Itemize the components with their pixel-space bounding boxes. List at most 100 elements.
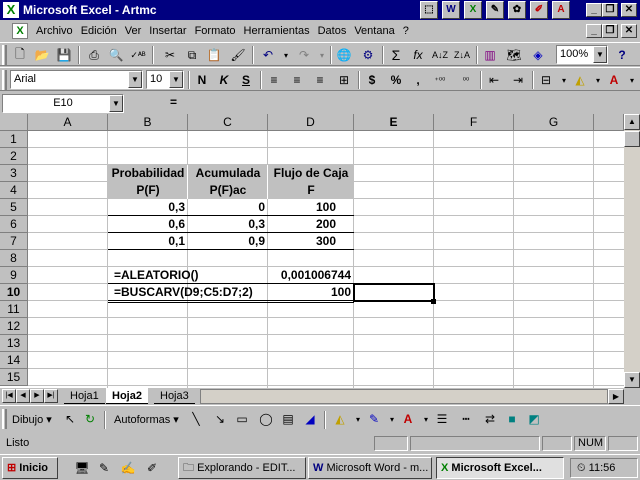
- align-right-icon[interactable]: ≡: [310, 70, 330, 90]
- row-header[interactable]: 5: [0, 199, 28, 216]
- font-color-icon[interactable]: A: [604, 70, 624, 90]
- tab-hoja2[interactable]: Hoja2: [106, 388, 148, 404]
- quicklaunch-icon[interactable]: ✐: [142, 458, 162, 478]
- table-cell[interactable]: 100: [268, 199, 354, 216]
- fill-handle[interactable]: [431, 299, 436, 304]
- table-cell[interactable]: 0,3: [188, 216, 268, 233]
- start-button[interactable]: ⊞ Inicio: [2, 457, 58, 479]
- new-document-icon[interactable]: 🗋: [10, 45, 30, 65]
- row-header[interactable]: 11: [0, 301, 28, 318]
- table-cell[interactable]: 0,3: [108, 199, 188, 216]
- formula-aleatorio-cell[interactable]: =ALEATORIO(): [108, 267, 268, 284]
- line-color-icon[interactable]: ✎: [364, 409, 384, 429]
- minimize-button[interactable]: _: [586, 3, 602, 17]
- random-value-cell[interactable]: 0,001006744: [268, 267, 354, 284]
- scroll-right-icon[interactable]: ▶: [608, 389, 624, 404]
- borders-icon[interactable]: ⊟: [536, 70, 556, 90]
- menu-ayuda[interactable]: ?: [399, 25, 413, 37]
- column-header-h[interactable]: [594, 114, 624, 131]
- function-icon[interactable]: fx: [408, 45, 428, 65]
- print-icon[interactable]: ⎙: [84, 45, 104, 65]
- row-header[interactable]: 6: [0, 216, 28, 233]
- toolbar-grip[interactable]: [2, 45, 7, 65]
- row-header[interactable]: 7: [0, 233, 28, 250]
- toolbar-grip[interactable]: [2, 409, 7, 429]
- open-folder-icon[interactable]: 📂: [32, 45, 52, 65]
- arrow-style-icon[interactable]: ⇄: [480, 409, 500, 429]
- column-header-e[interactable]: E: [354, 114, 434, 131]
- chart-wizard-icon[interactable]: ▥: [480, 45, 500, 65]
- paint-shortcut-icon[interactable]: ✿: [508, 1, 526, 19]
- header-pf[interactable]: P(F): [108, 182, 188, 199]
- workbook-icon[interactable]: X: [12, 23, 28, 39]
- drawing-icon[interactable]: ◈: [528, 45, 548, 65]
- sort-ascending-icon[interactable]: A↓Z: [430, 45, 450, 65]
- menu-archivo[interactable]: Archivo: [32, 25, 77, 37]
- undo-icon[interactable]: ↶: [258, 45, 278, 65]
- vertical-scrollbar[interactable]: ▲ ▼: [624, 114, 640, 388]
- thousands-separator-icon[interactable]: ,: [408, 70, 428, 90]
- header-acumulada[interactable]: Acumulada: [188, 165, 268, 182]
- row-header[interactable]: 15: [0, 369, 28, 386]
- percent-button[interactable]: %: [386, 70, 406, 90]
- paste-icon[interactable]: 📋: [204, 45, 224, 65]
- web-toolbar-icon[interactable]: ⚙: [358, 45, 378, 65]
- font-size-select[interactable]: 10 ▼: [146, 70, 184, 89]
- dibujo-menu[interactable]: Dibujo ▾: [12, 413, 52, 426]
- excel-app-icon[interactable]: X: [3, 2, 19, 18]
- align-left-icon[interactable]: ≡: [264, 70, 284, 90]
- merge-center-icon[interactable]: ⊞: [334, 70, 354, 90]
- sort-descending-icon[interactable]: Z↓A: [452, 45, 472, 65]
- table-cell[interactable]: 0,9: [188, 233, 268, 250]
- increase-decimal-icon[interactable]: ⁺⁰⁰: [430, 70, 450, 90]
- scroll-down-icon[interactable]: ▼: [624, 372, 640, 388]
- tools-shortcut-icon[interactable]: ✎: [486, 1, 504, 19]
- formula-buscarv-cell[interactable]: =BUSCARV(D9;C5:D7;2): [108, 284, 288, 301]
- format-painter-icon[interactable]: 🖌: [228, 45, 248, 65]
- restore-button[interactable]: ❐: [602, 3, 618, 17]
- save-icon[interactable]: 💾: [54, 45, 74, 65]
- task-word[interactable]: W Microsoft Word - m...: [308, 457, 432, 479]
- row-header[interactable]: 1: [0, 131, 28, 148]
- map-icon[interactable]: 🗺: [504, 45, 524, 65]
- tab-hoja1[interactable]: Hoja1: [64, 388, 105, 404]
- font-select[interactable]: Arial ▼: [10, 70, 143, 89]
- row-header[interactable]: 12: [0, 318, 28, 335]
- table-cell[interactable]: 200: [268, 216, 354, 233]
- lookup-result-cell[interactable]: 100: [268, 284, 354, 301]
- chevron-down-icon[interactable]: ▼: [109, 95, 123, 112]
- redo-icon[interactable]: ↷: [294, 45, 314, 65]
- ellipse-tool-icon[interactable]: ◯: [256, 409, 276, 429]
- print-preview-icon[interactable]: 🔍: [106, 45, 126, 65]
- excel-shortcut-icon[interactable]: X: [464, 1, 482, 19]
- editor-shortcut-icon[interactable]: ✐: [530, 1, 548, 19]
- column-header-a[interactable]: A: [28, 114, 108, 131]
- currency-button[interactable]: $: [362, 70, 382, 90]
- menu-formato[interactable]: Formato: [191, 25, 240, 37]
- spelling-icon[interactable]: ✓ᴬᴮ: [128, 45, 148, 65]
- decrease-indent-icon[interactable]: ⇤: [484, 70, 504, 90]
- office-shortcut-icon[interactable]: ⬚: [420, 1, 438, 19]
- next-sheet-icon[interactable]: ▶: [30, 389, 44, 403]
- desktop-shortcut-icon[interactable]: 🖥: [72, 458, 92, 478]
- menu-edicion[interactable]: Edición: [77, 25, 121, 37]
- word-shortcut-icon[interactable]: W: [442, 1, 460, 19]
- row-header[interactable]: 10: [0, 284, 28, 301]
- decrease-decimal-icon[interactable]: ⁰⁰: [456, 70, 476, 90]
- quicklaunch-icon[interactable]: ✎: [94, 458, 114, 478]
- task-excel[interactable]: X Microsoft Excel...: [436, 457, 564, 479]
- zoom-select[interactable]: 100% ▼: [556, 45, 608, 64]
- close-button[interactable]: ✕: [621, 3, 637, 17]
- hyperlink-icon[interactable]: 🌐: [334, 45, 354, 65]
- row-header[interactable]: 8: [0, 250, 28, 267]
- pdf-shortcut-icon[interactable]: A: [552, 1, 570, 19]
- scroll-up-icon[interactable]: ▲: [624, 114, 640, 130]
- wordart-tool-icon[interactable]: ◢: [300, 409, 320, 429]
- 3d-icon[interactable]: ◩: [524, 409, 544, 429]
- table-cell[interactable]: 0: [188, 199, 268, 216]
- redo-dropdown-icon[interactable]: ▾: [312, 45, 332, 65]
- toolbar-grip[interactable]: [2, 70, 7, 90]
- menu-ver[interactable]: Ver: [121, 25, 146, 37]
- quicklaunch-icon[interactable]: ✍: [118, 458, 138, 478]
- worksheet-grid[interactable]: A B C D E F G 1 2 3 4 5 6 7 8 9 10 11 12…: [0, 114, 624, 388]
